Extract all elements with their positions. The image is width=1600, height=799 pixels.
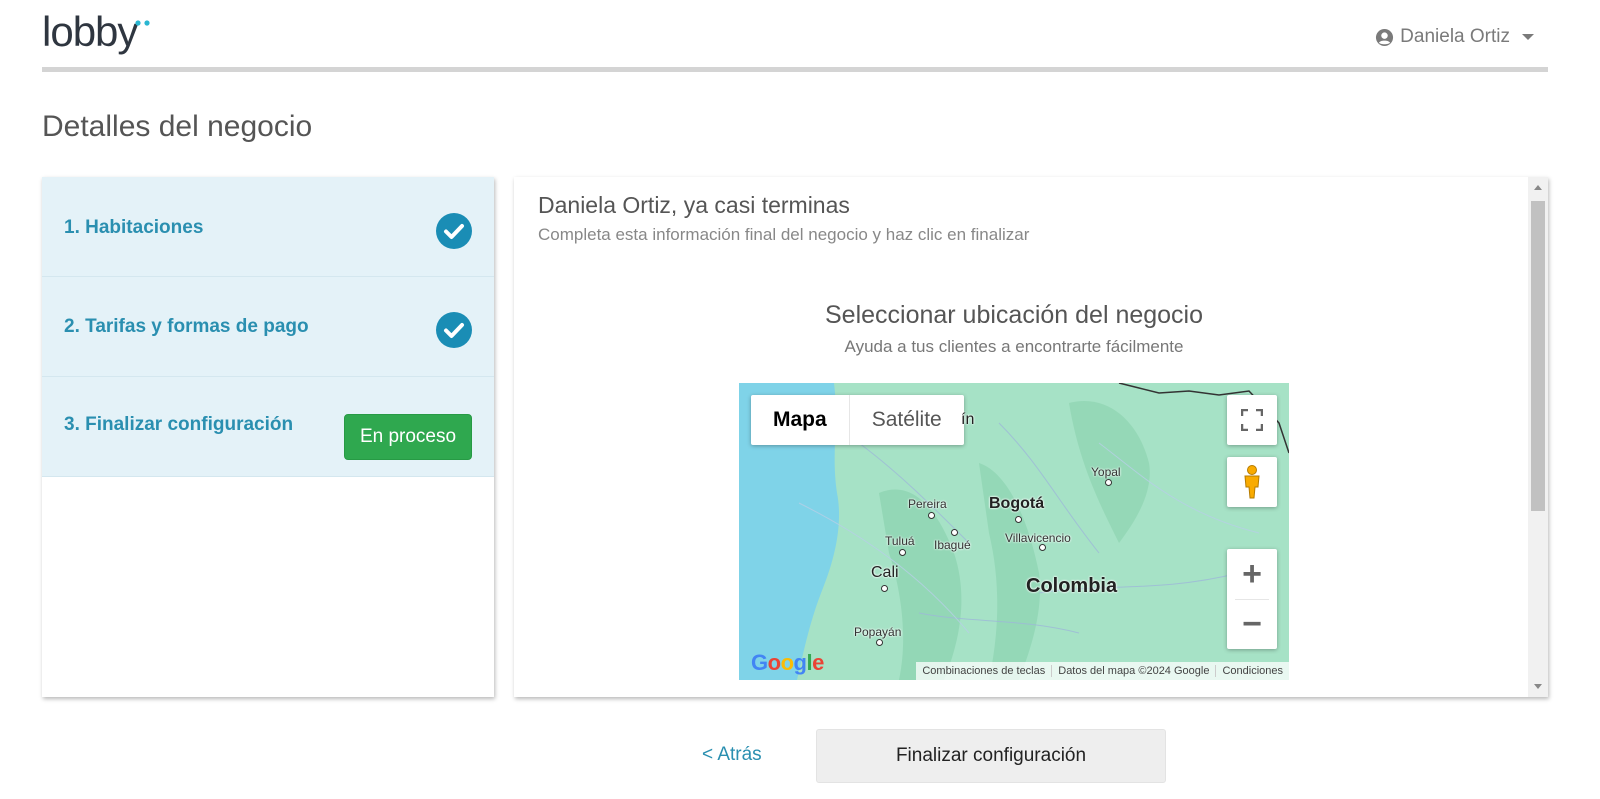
city-marker [881,585,888,592]
map-attribution: Combinaciones de teclas Datos del mapa ©… [916,662,1289,680]
scroll-down-icon[interactable] [1534,684,1542,689]
city-marker [928,512,935,519]
city-label: Bogotá [989,495,1045,512]
page-title: Detalles del negocio [42,110,313,143]
city-marker [899,549,906,556]
app-header: lobby Daniela Ortiz [42,0,1548,72]
content-subtitle: Completa esta información final del nego… [538,225,1030,244]
city-marker [1015,516,1022,523]
fullscreen-icon [1241,409,1263,431]
city-label: Popayán [854,625,902,639]
city-label: Villavicencio [1005,531,1071,545]
keyboard-shortcuts-link[interactable]: Combinaciones de teclas [916,665,1051,677]
pegman-icon [1244,465,1260,499]
status-badge: En proceso [344,414,472,460]
city-marker [1105,479,1112,486]
location-subtitle: Ayuda a tus clientes a encontrarte fácil… [844,337,1184,356]
city-label: Cali [871,564,899,581]
steps-panel: 1. Habitaciones 2. Tarifas y formas de p… [42,177,494,697]
scrollbar-thumb[interactable] [1531,201,1545,511]
city-marker [876,639,883,646]
terms-link[interactable]: Condiciones [1215,665,1289,677]
zoom-divider [1235,599,1269,600]
city-label: Yopal [1091,465,1121,479]
check-circle-icon [436,213,472,249]
step-tarifas[interactable]: 2. Tarifas y formas de pago [42,277,494,377]
city-label: Ibagué [934,538,971,552]
street-view-button[interactable] [1227,457,1277,507]
chevron-down-icon [1522,34,1534,40]
city-label: Tuluá [885,534,915,548]
zoom-control: + − [1227,549,1277,649]
map-data-text: Datos del mapa ©2024 Google [1051,665,1215,677]
user-menu[interactable]: Daniela Ortiz [1375,26,1534,48]
content-title: Daniela Ortiz, ya casi terminas [538,192,850,218]
step-label: 2. Tarifas y formas de pago [64,316,309,337]
map-type-map[interactable]: Mapa [751,395,849,445]
zoom-in-button[interactable]: + [1227,549,1277,599]
city-marker [1039,544,1046,551]
map-type-control: Mapa Satélite [751,395,964,445]
content-panel: Daniela Ortiz, ya casi terminas Completa… [514,177,1548,697]
step-finalizar[interactable]: 3. Finalizar configuración En proceso [42,377,494,477]
user-icon [1376,28,1394,46]
content-scrollbar[interactable] [1528,177,1548,697]
country-label: Colombia [1026,575,1118,597]
city-marker [951,529,958,536]
user-name: Daniela Ortiz [1400,26,1510,47]
finish-setup-button[interactable]: Finalizar configuración [816,729,1166,783]
location-title: Seleccionar ubicación del negocio [824,301,1204,329]
lobby-logo[interactable]: lobby [42,8,157,64]
zoom-out-button[interactable]: − [1227,599,1277,649]
map-type-satellite[interactable]: Satélite [848,395,964,445]
scroll-up-icon[interactable] [1534,185,1542,190]
step-label: 1. Habitaciones [64,217,204,238]
fullscreen-button[interactable] [1227,395,1277,445]
svg-text:lobby: lobby [42,8,138,55]
location-map[interactable]: Mapa Satélite ín + − Pereira Bogotá Yopa… [739,383,1289,680]
city-label: Pereira [908,497,947,511]
check-circle-icon [436,312,472,348]
back-link[interactable]: < Atrás [702,744,762,766]
google-logo[interactable]: Google [751,650,824,676]
city-label: ín [961,411,975,428]
step-habitaciones[interactable]: 1. Habitaciones [42,177,494,277]
step-label: 3. Finalizar configuración [64,414,294,435]
